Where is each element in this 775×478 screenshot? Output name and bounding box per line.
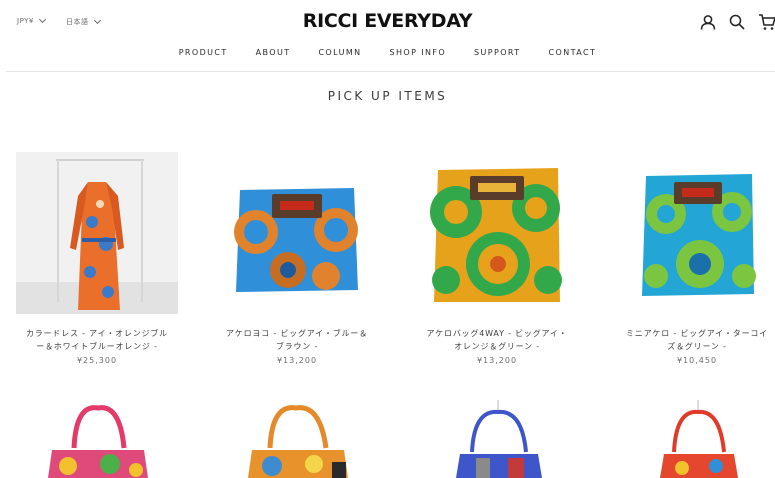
- account-icon[interactable]: [699, 13, 717, 31]
- product-image[interactable]: [16, 152, 178, 314]
- product-name[interactable]: アケロバッグ4WAY - ビッグアイ・ オレンジ＆グリーン -: [416, 327, 578, 353]
- product-price: ¥13,200: [476, 356, 518, 365]
- nav-support[interactable]: SUPPORT: [474, 48, 521, 57]
- product-image[interactable]: [216, 400, 378, 478]
- section-title: PICK UP ITEMS: [327, 89, 448, 103]
- product-name[interactable]: アケロヨコ - ビッグアイ・ブルー＆ ブラウン -: [216, 327, 378, 353]
- product-image[interactable]: [416, 152, 578, 314]
- product-price: ¥10,450: [676, 356, 718, 365]
- product-name[interactable]: ミニアケロ - ビッグアイ・ターコイ ズ＆グリーン -: [616, 327, 775, 353]
- product-name[interactable]: カラードレス - アイ・オレンジブル ー＆ホワイトブルーオレンジ -: [16, 327, 178, 353]
- product-image[interactable]: [416, 400, 578, 478]
- nav-column[interactable]: COLUMN: [318, 48, 361, 57]
- product-image[interactable]: [216, 152, 378, 314]
- nav-contact[interactable]: CONTACT: [549, 48, 597, 57]
- main-nav: PRODUCT ABOUT COLUMN SHOP INFO SUPPORT C…: [0, 48, 775, 57]
- product-image[interactable]: [616, 400, 775, 478]
- header-divider: [6, 71, 775, 72]
- cart-icon[interactable]: [758, 13, 775, 31]
- product-image[interactable]: [616, 152, 775, 314]
- nav-shop-info[interactable]: SHOP INFO: [389, 48, 446, 57]
- nav-about[interactable]: ABOUT: [256, 48, 291, 57]
- product-price: ¥13,200: [276, 356, 318, 365]
- header: JPY¥ 日本語 RICCI EVERYDAY: [0, 0, 775, 44]
- product-price: ¥25,300: [76, 356, 118, 365]
- product-image[interactable]: [16, 400, 178, 478]
- search-icon[interactable]: [728, 13, 746, 31]
- site-logo[interactable]: RICCI EVERYDAY: [0, 10, 775, 32]
- nav-product[interactable]: PRODUCT: [179, 48, 228, 57]
